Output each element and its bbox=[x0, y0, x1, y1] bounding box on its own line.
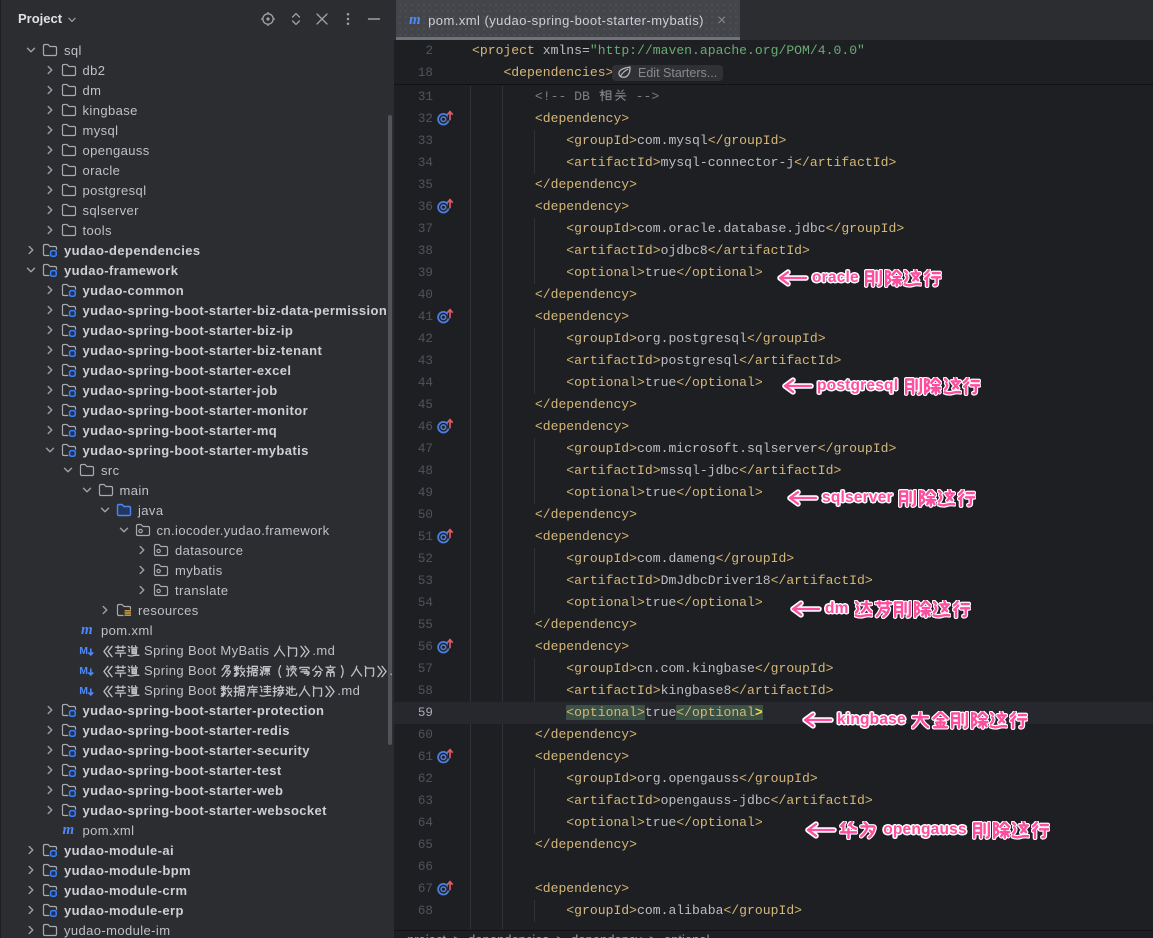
svg-text:M: M bbox=[79, 665, 88, 677]
svg-text:M: M bbox=[79, 645, 88, 657]
svg-text:M: M bbox=[79, 685, 88, 697]
